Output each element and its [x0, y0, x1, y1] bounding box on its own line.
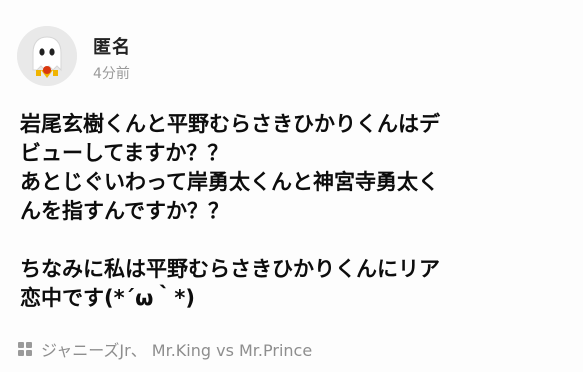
- post-body-line: あとじぐいわって岸勇太くんと神宮寺勇太く: [20, 170, 439, 194]
- post-body-blank-line: [20, 226, 570, 255]
- category-grid-icon: [18, 341, 33, 357]
- post-time: 4分前: [93, 66, 130, 82]
- category-tags[interactable]: ジャニーズJr、 Mr.King vs Mr.Prince: [18, 337, 312, 361]
- post-card: 匿名 4分前 岩尾玄樹くんと平野むらさきひかりくんはデ ビューしてますか？？ あ…: [0, 0, 583, 372]
- post-body-line: 岩尾玄樹くんと平野むらさきひかりくんはデ: [20, 112, 440, 136]
- ghost-icon: [17, 26, 77, 86]
- post-body-line: ちなみに私は平野むらさきひかりくんにリア: [20, 257, 440, 281]
- post-body-line: んを指すんですか？？: [20, 199, 229, 223]
- post-body-line: ビューしてますか？？: [20, 141, 229, 165]
- post-body-line: 恋中です(*´ω｀*): [20, 286, 195, 310]
- ghost-avatar-icon[interactable]: [17, 26, 77, 86]
- author-name[interactable]: 匿名: [93, 33, 131, 59]
- category-tags-label[interactable]: ジャニーズJr、 Mr.King vs Mr.Prince: [41, 337, 312, 361]
- post-body: 岩尾玄樹くんと平野むらさきひかりくんはデ ビューしてますか？？ あとじぐいわって…: [20, 110, 570, 313]
